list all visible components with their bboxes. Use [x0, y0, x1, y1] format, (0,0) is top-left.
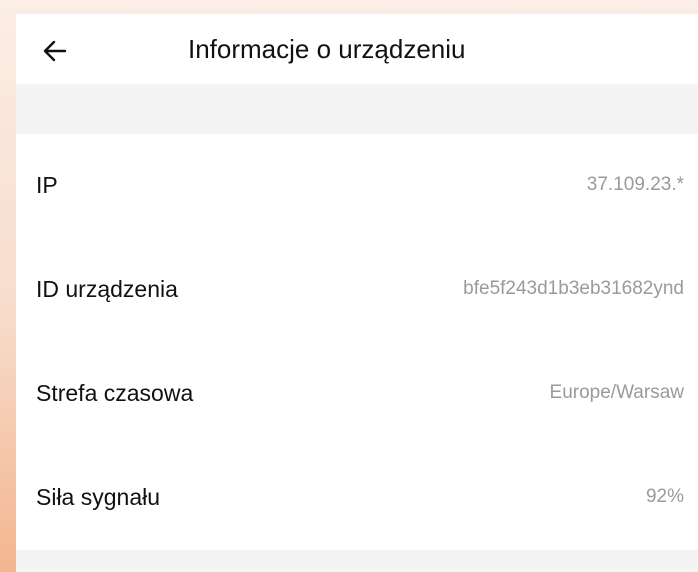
info-value-signal-strength: 92% [645, 486, 684, 507]
info-value-device-id: bfe5f243d1b3eb31682ynd [463, 278, 684, 299]
info-label-device-id: ID urządzenia [36, 275, 178, 302]
top-app-bar: Informacje o urządzeniu [16, 14, 698, 84]
info-row-ip[interactable]: IP 37.109.23.* [16, 134, 698, 236]
info-label-ip: IP [36, 171, 58, 198]
back-button[interactable] [38, 34, 72, 68]
info-value-timezone: Europe/Warsaw [549, 382, 684, 403]
info-label-timezone: Strefa czasowa [36, 379, 194, 406]
device-info-list: IP 37.109.23.* ID urządzenia bfe5f243d1b… [16, 134, 698, 550]
arrow-left-icon [43, 40, 67, 62]
info-row-timezone[interactable]: Strefa czasowa Europe/Warsaw [16, 342, 698, 444]
page-title: Informacje o urządzeniu [188, 34, 466, 64]
bottom-spacer [16, 550, 698, 572]
info-label-signal-strength: Siła sygnału [36, 483, 161, 510]
device-info-screen: Informacje o urządzeniu IP 37.109.23.* I… [16, 14, 698, 572]
info-row-signal-strength[interactable]: Siła sygnału 92% [16, 446, 698, 548]
info-value-ip: 37.109.23.* [586, 174, 684, 195]
info-row-device-id[interactable]: ID urządzenia bfe5f243d1b3eb31682ynd [16, 238, 698, 340]
section-spacer [16, 84, 698, 134]
